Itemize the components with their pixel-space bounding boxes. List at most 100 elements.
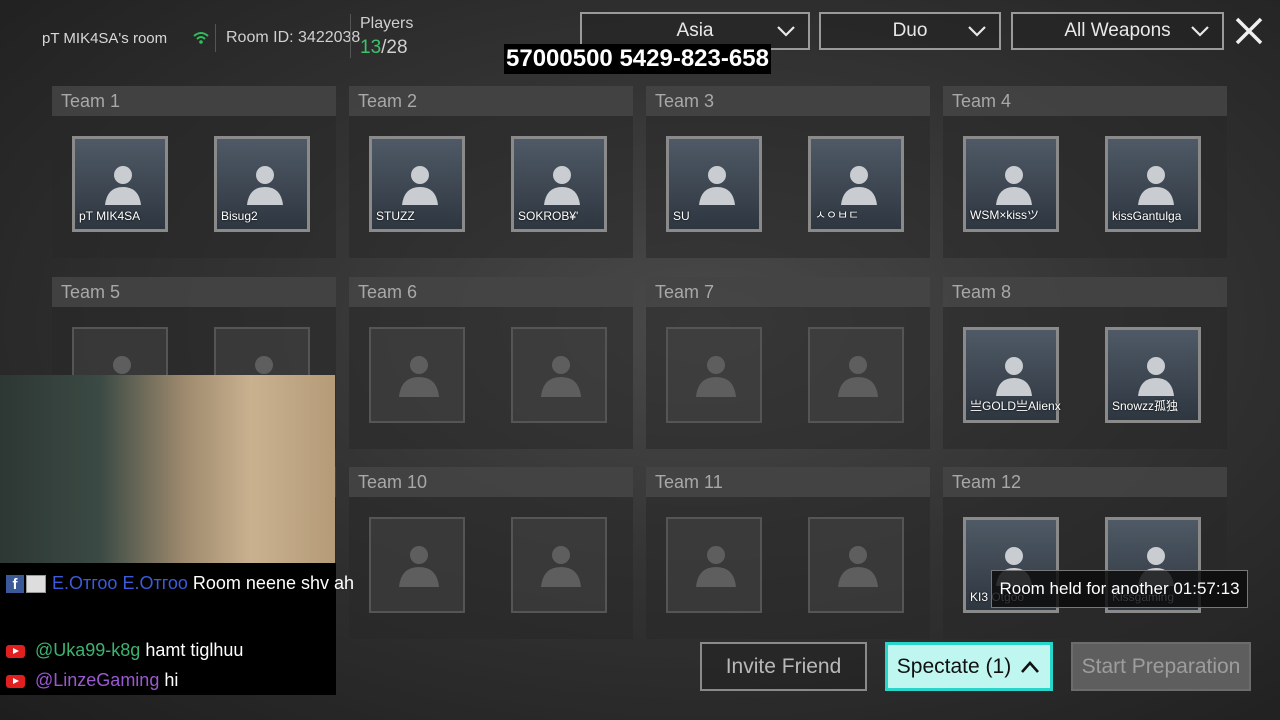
wifi-icon [193,32,209,44]
weapons-dropdown[interactable]: All Weapons [1011,12,1224,50]
mode-dropdown[interactable]: Duo [819,12,1001,50]
player-slot[interactable]: 亗GOLD亗Alienx [963,327,1061,423]
chat-user: @Uka99-k8g [35,640,141,660]
team-label: Team 5 [52,277,336,307]
avatar-icon [402,166,438,205]
avatar-icon [1138,166,1174,205]
room-id: Room ID: 3422038 [226,29,361,46]
player-slot[interactable]: pT MIK4SA [72,136,168,232]
team-label: Team 4 [943,86,1227,116]
player-slot[interactable]: WSM×kissツ [963,136,1059,232]
avatar-icon [841,166,877,205]
team-card: Team 2 STUZZ SOKROB¥' [349,86,633,258]
divider [215,24,216,52]
stream-chat: f Е.Отгоо Е.Отгоо Room neene shv ah @Uka9… [0,563,354,695]
image-icon [26,575,46,594]
player-slot[interactable]: Snowzz孤独 [1105,327,1201,423]
player-slot[interactable] [369,327,465,423]
start-preparation-button[interactable]: Start Preparation [1071,642,1251,691]
player-slot[interactable] [808,327,904,423]
team-card: Team 7 [646,277,930,449]
chevron-up-icon [1021,660,1040,673]
facebook-icon: f [6,575,24,594]
spectate-button[interactable]: Spectate (1) [885,642,1053,691]
player-slot[interactable]: kissGantulga [1105,136,1201,232]
chat-message: @Uka99-k8g hamt tiglhuu [6,640,243,661]
chat-text: hi [164,670,179,690]
players-total: /28 [381,37,408,58]
chevron-down-icon [968,26,986,37]
player-name: kissGantulga [1112,209,1182,223]
team-card: Team 11 [646,467,930,639]
player-name: ㅅㅇㅂㄷ [815,208,860,222]
player-name: WSM×kissツ [970,208,1040,222]
player-name: STUZZ [376,209,415,223]
team-card: Team 6 [349,277,633,449]
avatar-icon [1138,357,1174,396]
chevron-down-icon [1191,26,1209,37]
players-current: 13 [360,37,382,58]
player-slot[interactable] [511,517,607,613]
avatar-icon [699,166,735,205]
team-label: Team 11 [646,467,930,497]
avatar-icon [105,166,141,205]
divider [350,14,351,58]
player-slot[interactable] [808,517,904,613]
player-slot[interactable] [369,517,465,613]
room-held-banner: Room held for another 01:57:13 [991,570,1248,608]
players-label: Players [360,15,414,32]
chat-user: @LinzeGaming [35,670,160,690]
weapons-value: All Weapons [1064,20,1171,41]
player-name: SU [673,209,690,223]
chat-user: Е.Отгоо Е.Отгоо [52,573,188,593]
team-card: Team 3 SU ㅅㅇㅂㄷ [646,86,930,258]
stream-overlay-text: 57000500 5429-823-658 [504,44,771,74]
mode-value: Duo [892,20,928,41]
empty-slot-icon [541,356,581,397]
room-name: pT MIK4SA's room [42,30,168,47]
player-name: pT MIK4SA [79,209,141,223]
invite-friend-button[interactable]: Invite Friend [700,642,867,691]
empty-slot-icon [399,356,439,397]
team-label: Team 6 [349,277,633,307]
player-slot[interactable]: STUZZ [369,136,465,232]
team-card: Team 1 pT MIK4SA Bisug2 [52,86,336,258]
player-slot[interactable]: ㅅㅇㅂㄷ [808,136,904,232]
empty-slot-icon [696,546,736,587]
chat-message: f Е.Отгоо Е.Отгоо Room neene shv ah [6,573,354,594]
chat-text: Room neene shv ah [192,573,355,593]
team-card: Team 10 [349,467,633,639]
player-slot[interactable] [666,327,762,423]
empty-slot-icon [541,546,581,587]
player-slot[interactable] [666,517,762,613]
team-label: Team 12 [943,467,1227,497]
player-name: 亗GOLD亗Alienx [970,399,1061,413]
team-card: Team 4 WSM×kissツ kissGantulga [943,86,1227,258]
webcam-overlay [0,375,335,563]
team-label: Team 10 [349,467,633,497]
team-label: Team 3 [646,86,930,116]
youtube-icon [6,674,25,688]
empty-slot-icon [399,546,439,587]
players-count: 13/28 [360,37,408,59]
empty-slot-icon [838,356,878,397]
team-label: Team 1 [52,86,336,116]
player-name: Bisug2 [221,209,258,223]
close-icon[interactable] [1232,14,1266,48]
player-slot[interactable]: Bisug2 [214,136,310,232]
empty-slot-icon [838,546,878,587]
avatar-icon [996,166,1032,205]
player-slot[interactable]: SU [666,136,762,232]
team-label: Team 2 [349,86,633,116]
player-name: Snowzz孤独 [1112,399,1179,413]
player-name: SOKROB¥' [518,209,579,223]
player-slot[interactable]: SOKROB¥' [511,136,607,232]
empty-slot-icon [696,356,736,397]
player-slot[interactable] [511,327,607,423]
avatar-icon [544,166,580,205]
avatar-icon [247,166,283,205]
youtube-icon [6,644,25,658]
chat-message: @LinzeGaming hi [6,670,178,691]
spectate-label: Spectate (1) [896,654,1012,678]
team-label: Team 8 [943,277,1227,307]
